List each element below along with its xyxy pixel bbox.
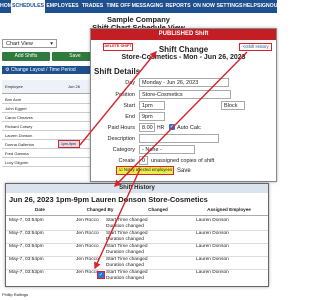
arrow-chip-to-modal	[79, 50, 157, 146]
annotation-arrows	[79, 50, 248, 270]
arrow-history-link-to-panel	[114, 51, 248, 187]
